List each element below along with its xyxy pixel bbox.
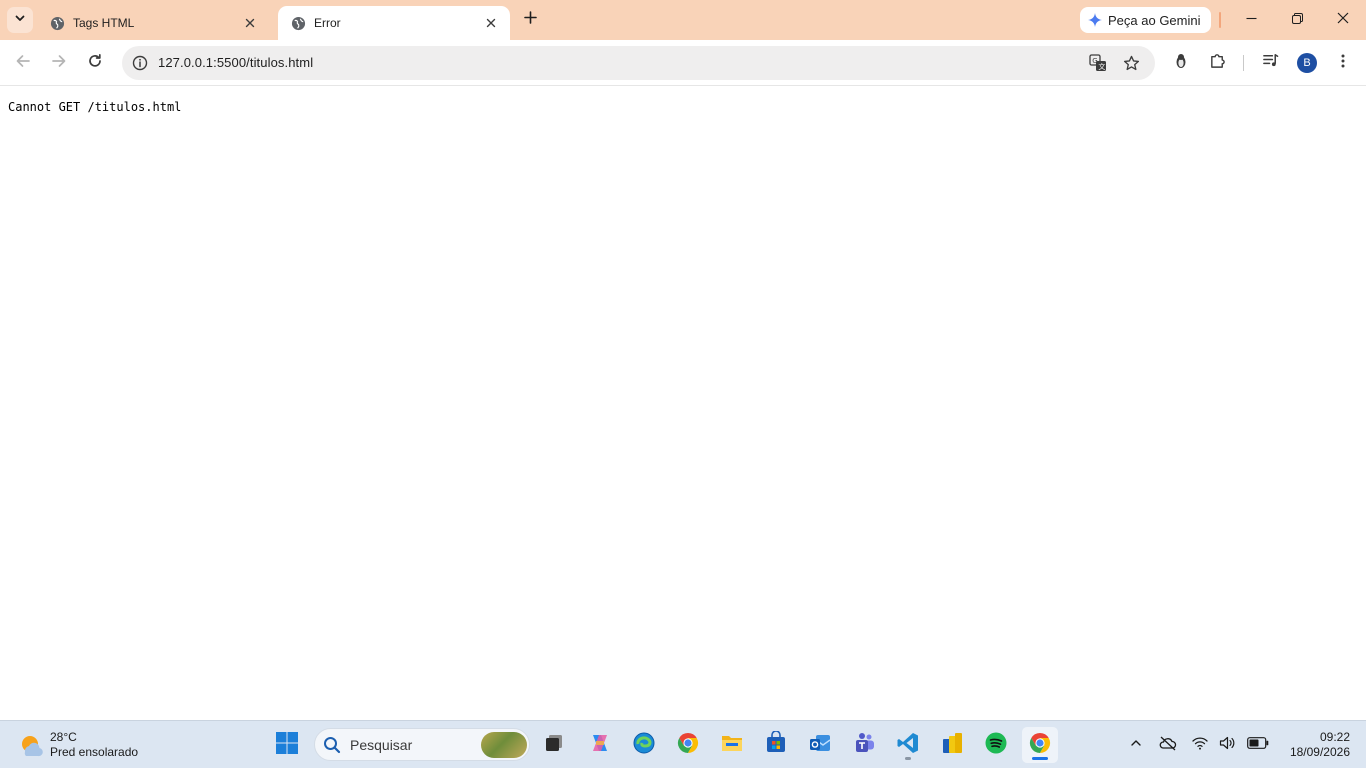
system-clock[interactable]: 09:22 18/09/2026: [1282, 730, 1350, 760]
task-view-button[interactable]: [536, 727, 572, 763]
tab-tags-html[interactable]: Tags HTML: [37, 6, 269, 40]
outlook-app[interactable]: [802, 727, 838, 763]
more-vertical-icon: [1341, 54, 1345, 73]
weather-widget[interactable]: 28°C Pred ensolarado: [18, 728, 138, 762]
menu-button[interactable]: [1329, 49, 1357, 77]
partly-sunny-icon: [18, 732, 44, 758]
outlook-icon: [808, 731, 832, 760]
chrome-icon: [1028, 731, 1052, 760]
svg-text:文: 文: [1098, 62, 1105, 71]
globe-icon: [290, 15, 306, 31]
url-text[interactable]: 127.0.0.1:5500/titulos.html: [158, 55, 313, 70]
wifi-status[interactable]: [1189, 734, 1211, 756]
vscode-app[interactable]: [890, 727, 926, 763]
weather-condition: Pred ensolarado: [50, 745, 139, 759]
volume-control[interactable]: [1217, 734, 1239, 756]
show-hidden-icons-button[interactable]: [1125, 734, 1147, 756]
copilot-app[interactable]: [582, 727, 618, 763]
chrome-icon: [676, 731, 700, 760]
new-tab-button[interactable]: [519, 9, 541, 31]
search-highlight-image: [481, 732, 527, 758]
tab-close-icon[interactable]: [241, 14, 259, 32]
active-indicator: [1032, 757, 1048, 760]
minimize-button[interactable]: [1228, 6, 1274, 34]
arrow-left-icon: [15, 53, 31, 74]
wifi-icon: [1192, 736, 1208, 755]
chrome-app[interactable]: [670, 727, 706, 763]
cloud-off-icon: [1159, 735, 1177, 756]
taskbar: 28°C Pred ensolarado Pesquisar 09:22 18/…: [0, 720, 1366, 768]
error-message: Cannot GET /titulos.html: [8, 100, 182, 114]
microsoft-store-app[interactable]: [758, 727, 794, 763]
store-icon: [764, 729, 788, 760]
browser-toolbar: 127.0.0.1:5500/titulos.html G文 B: [0, 40, 1366, 86]
task-view-icon: [543, 732, 565, 759]
search-icon: [323, 736, 341, 754]
teams-icon: [852, 731, 876, 760]
reload-button[interactable]: [81, 49, 109, 77]
clock-time: 09:22: [1319, 730, 1350, 744]
gemini-label: Peça ao Gemini: [1108, 12, 1201, 28]
tab-search-button[interactable]: [7, 7, 33, 33]
chevron-up-icon: [1130, 736, 1142, 754]
weather-temperature: 28°C: [50, 730, 77, 744]
tab-strip: Tags HTML Error Peça ao Gemini: [0, 0, 1366, 40]
tab-title: Tags HTML: [73, 16, 135, 30]
windows-logo-icon: [275, 731, 299, 760]
reload-icon: [87, 53, 103, 74]
speaker-icon: [1219, 736, 1237, 755]
copilot-icon: [588, 731, 612, 760]
battery-status[interactable]: [1247, 734, 1269, 756]
svg-text:G: G: [1092, 57, 1097, 65]
chrome-app-active[interactable]: [1022, 727, 1058, 763]
taskbar-search[interactable]: Pesquisar: [314, 728, 530, 761]
minimize-icon: [1246, 11, 1257, 29]
plus-icon: [523, 11, 537, 29]
edge-app[interactable]: [626, 727, 662, 763]
bookmark-star-icon[interactable]: [1121, 53, 1141, 73]
tab-error[interactable]: Error: [278, 6, 510, 40]
restore-icon: [1291, 11, 1303, 29]
address-bar[interactable]: 127.0.0.1:5500/titulos.html G文: [122, 46, 1155, 80]
spotify-app[interactable]: [978, 727, 1014, 763]
edge-icon: [632, 731, 656, 760]
vscode-icon: [896, 731, 920, 760]
clock-date: 18/09/2026: [1289, 745, 1350, 759]
extension-pinned-button[interactable]: [1167, 49, 1195, 77]
profile-avatar[interactable]: B: [1297, 53, 1317, 73]
forward-button[interactable]: [45, 49, 73, 77]
translate-icon[interactable]: G文: [1088, 53, 1108, 73]
toolbar-divider: [1243, 55, 1244, 71]
restore-button[interactable]: [1274, 6, 1320, 34]
gemini-button[interactable]: Peça ao Gemini: [1080, 7, 1211, 33]
back-button[interactable]: [9, 49, 37, 77]
arrow-right-icon: [51, 53, 67, 74]
running-indicator: [905, 757, 911, 760]
globe-icon: [49, 15, 65, 31]
file-explorer-app[interactable]: [714, 727, 750, 763]
power-bi-app[interactable]: [934, 727, 970, 763]
penguin-extension-icon: [1174, 53, 1188, 74]
power-bi-icon: [940, 731, 964, 760]
close-icon: [1337, 11, 1349, 29]
onedrive-status[interactable]: [1157, 734, 1179, 756]
tabstrip-divider: [1219, 12, 1221, 28]
puzzle-icon: [1209, 52, 1226, 74]
page-content: Cannot GET /titulos.html: [0, 87, 1366, 720]
spotify-icon: [984, 731, 1008, 760]
gemini-sparkle-icon: [1088, 13, 1102, 27]
site-info-icon[interactable]: [130, 53, 150, 73]
teams-app[interactable]: [846, 727, 882, 763]
media-queue-icon: [1262, 52, 1279, 74]
chevron-down-icon: [14, 11, 26, 29]
tab-close-icon[interactable]: [482, 14, 500, 32]
folder-icon: [720, 731, 744, 760]
search-placeholder: Pesquisar: [350, 737, 413, 753]
extensions-button[interactable]: [1203, 49, 1231, 77]
close-window-button[interactable]: [1320, 6, 1366, 34]
tab-title: Error: [314, 16, 341, 30]
media-control-button[interactable]: [1256, 49, 1284, 77]
start-button[interactable]: [269, 727, 305, 763]
battery-icon: [1247, 736, 1269, 754]
